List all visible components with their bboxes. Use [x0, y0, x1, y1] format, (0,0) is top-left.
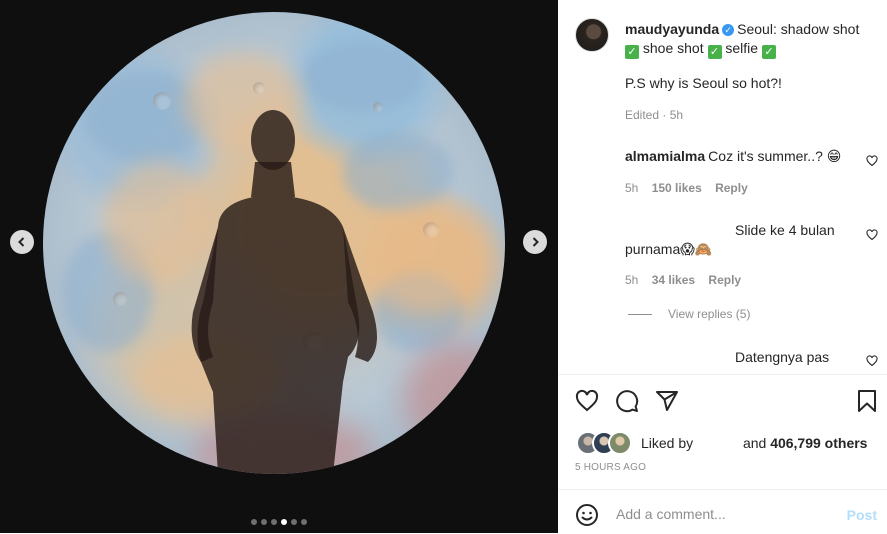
carousel-dot — [291, 519, 297, 525]
comment-input[interactable] — [614, 501, 838, 527]
caption-and-comments[interactable]: maudyayunda ✓ Seoul: shadow shot ✓ shoe sh… — [558, 0, 887, 374]
moon-photo — [43, 12, 505, 474]
heart-icon[interactable] — [866, 355, 878, 367]
check-mark-icon: ✓ — [625, 45, 639, 59]
likes-summary: Liked by and 406,799 others — [576, 431, 867, 455]
caption-ps: P.S why is Seoul so hot?! — [625, 75, 782, 91]
add-comment-bar: Post — [558, 489, 887, 534]
carousel-dot — [271, 519, 277, 525]
view-replies-label: View replies (5) — [668, 307, 751, 321]
caption-text-3: selfie — [725, 40, 759, 56]
carousel-dot — [251, 519, 257, 525]
next-slide-button[interactable] — [523, 230, 547, 254]
caption-text-2: shoe shot — [642, 40, 704, 56]
author-avatar[interactable] — [575, 18, 609, 52]
comment-item: Slide ke 4 bulan purnama😱🙈 — [625, 221, 865, 259]
shadow-silhouette — [191, 110, 377, 474]
post-button[interactable]: Post — [847, 507, 877, 523]
comment-username[interactable]: almamialma — [625, 148, 705, 164]
check-mark-icon: ✓ — [707, 45, 722, 59]
reply-button[interactable]: Reply — [708, 273, 741, 287]
divider-line — [628, 313, 652, 315]
comment-item: Datengnya pas — [625, 348, 865, 367]
comment-likes[interactable]: 34 likes — [652, 273, 695, 287]
comment-text: Coz it's summer..? 😁 — [708, 148, 842, 164]
comment-meta: 5h 150 likes Reply — [625, 181, 748, 195]
heart-icon[interactable] — [575, 389, 599, 413]
smiley-icon[interactable] — [575, 503, 599, 527]
comment-meta: 5h 34 likes Reply — [625, 273, 741, 287]
comment-time: 5h — [625, 181, 639, 195]
post-timestamp[interactable]: 5 HOURS AGO — [575, 462, 646, 473]
liked-by-text: Liked by and 406,799 others — [641, 435, 867, 451]
liked-by-label: Liked by — [641, 435, 694, 451]
caption-meta: Edited · 5h — [625, 108, 684, 122]
likes-and-label: and — [742, 435, 767, 451]
liker-avatar[interactable] — [608, 431, 632, 455]
comment-text: Datengnya pas — [735, 349, 830, 365]
post-media — [0, 0, 558, 533]
heart-icon[interactable] — [866, 155, 878, 167]
comment-item: almamialma Coz it's summer..? 😁 — [625, 147, 865, 166]
verified-badge-icon: ✓ — [722, 24, 735, 36]
comment-icon[interactable] — [615, 389, 639, 413]
view-replies-button[interactable]: View replies (5) — [628, 307, 750, 321]
author-username[interactable]: maudyayunda — [625, 21, 719, 37]
comment-text-line2: purnama😱🙈 — [625, 241, 713, 257]
chevron-left-icon — [18, 237, 25, 247]
chevron-right-icon — [532, 237, 539, 247]
likes-count[interactable]: 406,799 others — [770, 435, 867, 451]
share-icon[interactable] — [655, 389, 679, 413]
carousel-dot — [301, 519, 307, 525]
comment-text-line1: Slide ke 4 bulan — [735, 222, 835, 238]
previous-slide-button[interactable] — [10, 230, 34, 254]
carousel-dot — [281, 519, 287, 525]
comment-likes[interactable]: 150 likes — [652, 181, 702, 195]
comment-time: 5h — [625, 273, 639, 287]
check-mark-icon: ✓ — [761, 45, 776, 59]
heart-icon[interactable] — [866, 229, 878, 241]
carousel-indicator — [0, 519, 558, 525]
caption-text-1: Seoul: shadow shot — [737, 21, 860, 37]
carousel-dot — [261, 519, 267, 525]
reply-button[interactable]: Reply — [715, 181, 748, 195]
bookmark-icon[interactable] — [855, 389, 879, 413]
post-actions: Liked by and 406,799 others 5 HOURS AGO — [558, 374, 887, 490]
comments-panel: maudyayunda ✓ Seoul: shadow shot ✓ shoe sh… — [558, 0, 887, 533]
caption: maudyayunda ✓ Seoul: shadow shot ✓ shoe sh… — [625, 20, 875, 59]
